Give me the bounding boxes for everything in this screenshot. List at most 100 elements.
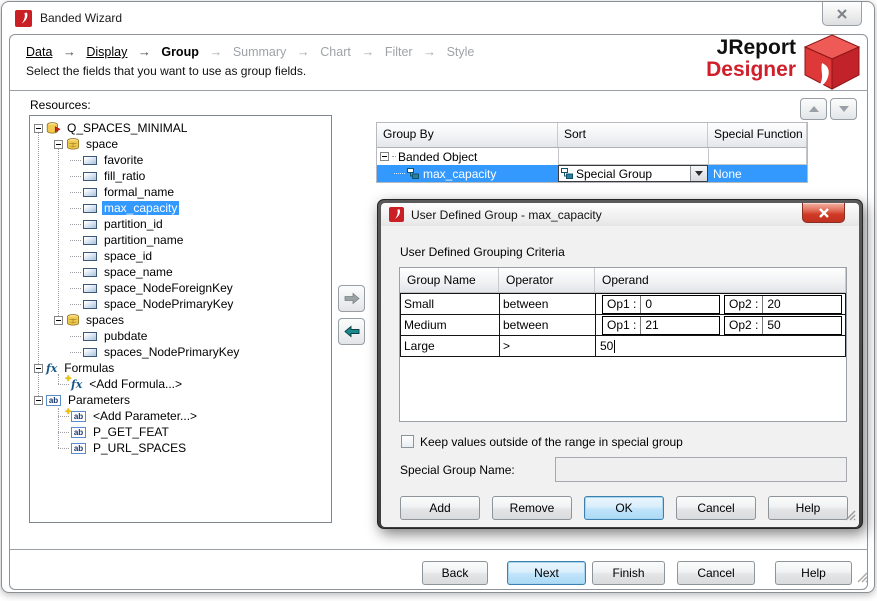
field-icon (83, 203, 97, 213)
step-group: Group (161, 45, 199, 59)
special-group-name-input[interactable] (555, 457, 847, 482)
dialog-body: User Defined Grouping Criteria Group Nam… (381, 226, 859, 527)
tree-item-field[interactable]: pubdate (30, 328, 331, 344)
tree-item-label: space_NodePrimaryKey (104, 297, 234, 311)
dialog-resize-grip[interactable] (844, 509, 856, 524)
keep-values-checkbox-label: Keep values outside of the range in spec… (420, 435, 683, 449)
tree-item-parameter[interactable]: ab P_URL_SPACES (30, 440, 331, 456)
tree-item-field[interactable]: space_id (30, 248, 331, 264)
op2-field[interactable]: Op2 :20 (724, 294, 842, 314)
ok-button[interactable]: OK (584, 496, 664, 520)
window-resize-grip[interactable] (855, 570, 868, 588)
next-button[interactable]: Next (507, 561, 586, 585)
special-group-name-label: Special Group Name: (400, 463, 515, 477)
collapse-icon[interactable] (54, 315, 63, 325)
step-data[interactable]: Data (26, 45, 52, 59)
op2-field[interactable]: Op2 :50 (724, 315, 842, 335)
help-button[interactable]: Help (775, 561, 852, 585)
group-name-cell[interactable]: Large (401, 336, 500, 356)
dialog-title-bar[interactable]: User Defined Group - max_capacity (381, 203, 859, 226)
move-right-button[interactable] (338, 285, 365, 312)
tree-item-field-selected[interactable]: max_capacity (30, 200, 331, 216)
tree-item-field[interactable]: partition_id (30, 216, 331, 232)
tree-item-field[interactable]: formal_name (30, 184, 331, 200)
op1-field[interactable]: Op1 :0 (602, 294, 720, 314)
text-cursor (614, 340, 616, 354)
collapse-icon[interactable] (54, 139, 63, 149)
dialog-cancel-button[interactable]: Cancel (676, 496, 756, 520)
title-bar: Banded Wizard (2, 2, 874, 33)
tree-item-field[interactable]: space_name (30, 264, 331, 280)
formula-icon: fx (46, 361, 58, 375)
tree-connector (70, 159, 81, 161)
tree-item-query[interactable]: Q_SPACES_MINIMAL (30, 120, 331, 136)
tree-item-field[interactable]: space_NodePrimaryKey (30, 296, 331, 312)
tree-item-parameter[interactable]: ab P_GET_FEAT (30, 424, 331, 440)
collapse-icon[interactable] (34, 123, 43, 133)
tree-connector (70, 287, 81, 289)
dialog-help-button[interactable]: Help (768, 496, 848, 520)
dropdown-button[interactable] (690, 166, 707, 181)
cancel-button[interactable]: Cancel (677, 561, 755, 585)
finish-button[interactable]: Finish (592, 561, 665, 585)
move-up-button[interactable] (800, 98, 827, 120)
operator-cell[interactable]: between (500, 315, 596, 335)
tree-item-label: <Add Parameter...> (93, 409, 198, 423)
operator-cell[interactable]: > (500, 336, 596, 356)
collapse-icon[interactable] (34, 395, 43, 405)
criteria-row-medium[interactable]: Medium between Op1 :21 Op2 :50 (401, 314, 845, 335)
tree-item-label: P_GET_FEAT (93, 425, 169, 439)
table-row-banded-object[interactable]: Banded Object (377, 148, 807, 165)
tree-connector (70, 223, 81, 225)
banded-wizard-window: Banded Wizard Data → Display → Group → S… (1, 1, 875, 593)
tree-item-field[interactable]: partition_name (30, 232, 331, 248)
group-name-cell[interactable]: Medium (401, 315, 500, 335)
op1-field[interactable]: Op1 :21 (602, 315, 720, 335)
tree-item-formulas[interactable]: fx Formulas (30, 360, 331, 376)
collapse-icon[interactable] (34, 363, 43, 373)
tree-item-add-formula[interactable]: fx + <Add Formula...> (30, 373, 331, 392)
column-group-name: Group Name (400, 268, 499, 292)
field-icon (83, 187, 97, 197)
tree-item-label: spaces_NodePrimaryKey (104, 345, 240, 359)
keep-values-checkbox[interactable] (401, 435, 414, 448)
criteria-row-small[interactable]: Small between Op1 :0 Op2 :20 (401, 293, 845, 314)
window-title: Banded Wizard (40, 11, 123, 25)
step-display[interactable]: Display (86, 45, 127, 59)
footer-divider (9, 549, 868, 550)
close-icon (818, 207, 829, 218)
arrow-icon: → (361, 44, 375, 59)
dialog-close-button[interactable] (802, 203, 845, 223)
window-close-button[interactable] (822, 2, 862, 26)
add-button[interactable]: Add (400, 496, 480, 520)
tree-connector (70, 175, 81, 177)
field-icon (83, 219, 97, 229)
criteria-row-large[interactable]: Large > 50 (401, 335, 845, 356)
back-button[interactable]: Back (422, 561, 488, 585)
tree-item-field[interactable]: fill_ratio (30, 168, 331, 184)
group-name-cell[interactable]: Small (401, 294, 500, 314)
operator-cell[interactable]: between (500, 294, 596, 314)
tree-item-add-parameter[interactable]: ab + <Add Parameter...> (30, 406, 331, 424)
tree-item-label: partition_id (104, 217, 163, 231)
parameter-icon: ab (71, 442, 86, 454)
tree-item-field[interactable]: favorite (30, 152, 331, 168)
move-left-button[interactable] (338, 318, 365, 345)
tree-item-field[interactable]: spaces_NodePrimaryKey (30, 344, 331, 360)
arrow-icon: → (423, 44, 437, 59)
sort-combobox[interactable]: Special Group (558, 165, 708, 182)
field-icon (83, 251, 97, 261)
move-down-button[interactable] (830, 98, 857, 120)
table-row-max-capacity[interactable]: max_capacity Special Group None (377, 165, 807, 182)
tree-item-field[interactable]: space_NodeForeignKey (30, 280, 331, 296)
resources-tree[interactable]: Q_SPACES_MINIMAL space favorite fill_rat… (29, 115, 332, 523)
tree-item-table[interactable]: spaces (30, 312, 331, 328)
criteria-table: Group Name Operator Operand Small betwee… (399, 267, 847, 422)
collapse-icon[interactable] (380, 152, 389, 161)
tree-item-parameters[interactable]: ab Parameters (30, 392, 331, 408)
tree-connector (70, 191, 81, 193)
remove-button[interactable]: Remove (492, 496, 572, 520)
operand-field[interactable]: 50 (596, 336, 845, 356)
tree-connector (70, 255, 81, 257)
tree-item-table[interactable]: space (30, 136, 331, 152)
